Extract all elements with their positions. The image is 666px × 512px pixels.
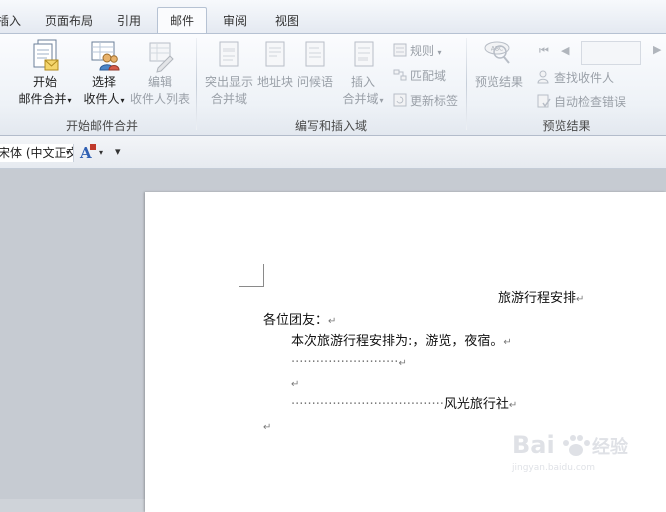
- match-fields-button[interactable]: 匹配域: [393, 67, 446, 85]
- insert-field-icon: [354, 41, 374, 67]
- tab-insert[interactable]: 插入: [0, 10, 32, 32]
- group-preview-results: ABC 预览结果 ⏮ ◀ ▶ 查找收件人 自动检查错误 预览结果: [467, 34, 666, 136]
- group-start-mail-merge: 开始 邮件合并▾ 选择 收件人▾ 编辑 收件人列表 开始邮件合并: [8, 34, 196, 136]
- baidu-jingyan-watermark: Bai 经验 jingyan.baidu.com: [510, 425, 630, 475]
- greeting-line-button[interactable]: 问候语: [295, 38, 335, 91]
- body-line[interactable]: 本次旅游行程安排为:，游览，夜宿。↵: [291, 333, 512, 352]
- margin-crop-mark: [239, 264, 264, 287]
- empty-line[interactable]: ↵: [291, 375, 299, 394]
- ribbon: 开始 邮件合并▾ 选择 收件人▾ 编辑 收件人列表 开始邮件合并 突出显示 合并…: [0, 33, 666, 136]
- group-label-preview-results: 预览结果: [542, 119, 591, 133]
- greeting-line-icon: [305, 41, 325, 67]
- insert-merge-field-button[interactable]: 插入 合并域▾: [337, 38, 389, 109]
- rules-label: 规则: [410, 44, 435, 58]
- update-labels-label: 更新标签: [410, 94, 459, 108]
- rules-button[interactable]: 规则 ▾: [393, 42, 442, 60]
- first-record-icon[interactable]: ⏮: [539, 44, 549, 58]
- edit-recipient-list-button[interactable]: 编辑 收件人列表: [128, 38, 192, 108]
- paragraph-mark: ↵: [291, 379, 300, 390]
- svg-text:jingyan.baidu.com: jingyan.baidu.com: [511, 463, 595, 473]
- address-block-icon: [265, 41, 285, 67]
- address-block-label: 地址块: [256, 75, 293, 89]
- find-recipient-label: 查找收件人: [554, 71, 615, 85]
- dotted-tab-line[interactable]: ··························↵: [291, 354, 407, 373]
- greeting-text: 各位团友：: [263, 313, 329, 328]
- preview-results-button[interactable]: ABC 预览结果: [469, 38, 529, 91]
- paragraph-mark: ↵: [503, 337, 512, 348]
- customize-toolbar-icon[interactable]: ▾: [115, 145, 121, 158]
- greeting-line[interactable]: 各位团友：↵: [263, 312, 336, 331]
- update-labels-icon: [393, 93, 407, 107]
- mini-format-bar: 宋体 (中文正文) ▾ A ▾ ▾: [0, 136, 666, 169]
- highlight-fields-label-2: 合并域: [210, 92, 247, 106]
- start-mail-merge-button[interactable]: 开始 邮件合并▾: [14, 38, 76, 109]
- match-fields-label: 匹配域: [410, 69, 447, 83]
- find-recipient-icon: [537, 70, 549, 84]
- previous-record-icon[interactable]: ◀: [561, 44, 569, 57]
- edit-recipients-label-1: 编辑: [147, 75, 172, 89]
- edit-recipients-label-2: 收件人列表: [129, 92, 190, 106]
- svg-text:Bai: Bai: [512, 431, 555, 459]
- paragraph-mark: ↵: [508, 400, 518, 411]
- auto-check-errors-button[interactable]: 自动检查错误: [537, 93, 626, 111]
- highlight-fields-label-1: 突出显示: [204, 75, 253, 89]
- select-recipients-label-2: 收件人▾: [83, 92, 125, 106]
- group-label-write-insert: 编写和插入域: [294, 119, 367, 133]
- rules-icon: [393, 43, 407, 57]
- recipients-icon: [91, 41, 120, 71]
- tab-leader-dots: ·····································: [291, 397, 444, 412]
- group-label-start-mail-merge: 开始邮件合并: [65, 119, 138, 133]
- record-number-input[interactable]: [581, 41, 641, 65]
- font-color-dropdown-icon[interactable]: ▾: [99, 148, 103, 157]
- ribbon-tab-bar: 插入 页面布局 引用 邮件 审阅 视图: [0, 0, 666, 34]
- title-text: 旅游行程安排: [498, 291, 577, 306]
- next-record-icon[interactable]: ▶: [653, 43, 661, 56]
- tab-page-layout[interactable]: 页面布局: [38, 10, 100, 32]
- trailing-empty-line[interactable]: ↵: [263, 418, 271, 437]
- baidu-paw-logo: Bai 经验 jingyan.baidu.com: [511, 431, 629, 473]
- insert-field-label-1: 插入: [350, 75, 375, 89]
- body-text: 本次旅游行程安排为:，游览，夜宿。: [291, 334, 504, 349]
- address-block-button[interactable]: 地址块: [255, 38, 295, 91]
- select-recipients-button[interactable]: 选择 收件人▾: [78, 38, 130, 109]
- record-nav-arrows: ⏮ ◀: [539, 44, 579, 60]
- select-recipients-label-1: 选择: [91, 75, 116, 89]
- font-name-value: 宋体 (中文正文): [0, 146, 73, 160]
- update-labels-button[interactable]: 更新标签: [393, 92, 458, 110]
- edit-list-icon: [149, 42, 174, 73]
- paragraph-mark: ↵: [263, 422, 272, 433]
- tab-leader-dots: ··························: [291, 355, 399, 370]
- font-dropdown-arrow-icon[interactable]: ▾: [66, 148, 70, 157]
- svg-text:经验: 经验: [592, 436, 629, 458]
- group-write-insert-fields: 突出显示 合并域 地址块 问候语 插入 合并域▾ 规则 ▾ 匹配域 更新标签 编…: [197, 34, 465, 136]
- tab-review[interactable]: 审阅: [214, 10, 256, 32]
- highlight-fields-icon: [219, 41, 239, 67]
- preview-results-label: 预览结果: [474, 75, 523, 89]
- auto-check-errors-label: 自动检查错误: [554, 95, 627, 109]
- tab-view[interactable]: 视图: [266, 10, 308, 32]
- signature-text: 风光旅行社: [443, 397, 509, 412]
- insert-field-label-2: 合并域▾: [342, 92, 384, 106]
- font-color-icon[interactable]: A: [80, 144, 96, 162]
- find-recipient-button[interactable]: 查找收件人: [537, 69, 614, 87]
- tab-references[interactable]: 引用: [108, 10, 150, 32]
- font-name-input[interactable]: 宋体 (中文正文): [0, 144, 74, 162]
- check-errors-icon: [537, 94, 551, 108]
- start-mail-merge-label-2: 邮件合并▾: [18, 92, 72, 106]
- tab-mailings[interactable]: 邮件: [157, 7, 207, 34]
- greeting-line-label: 问候语: [296, 75, 333, 89]
- paragraph-mark: ↵: [398, 358, 407, 369]
- document-merge-icon: [33, 39, 59, 71]
- signature-line[interactable]: ·····································风光旅…: [291, 396, 517, 415]
- preview-abc-icon: ABC: [484, 41, 510, 64]
- document-title[interactable]: 旅游行程安排↵: [498, 290, 584, 309]
- paragraph-mark: ↵: [576, 294, 585, 305]
- match-fields-icon: [393, 69, 407, 81]
- paragraph-mark: ↵: [328, 316, 337, 327]
- highlight-merge-fields-button[interactable]: 突出显示 合并域: [201, 38, 257, 108]
- start-mail-merge-label-1: 开始: [32, 75, 57, 89]
